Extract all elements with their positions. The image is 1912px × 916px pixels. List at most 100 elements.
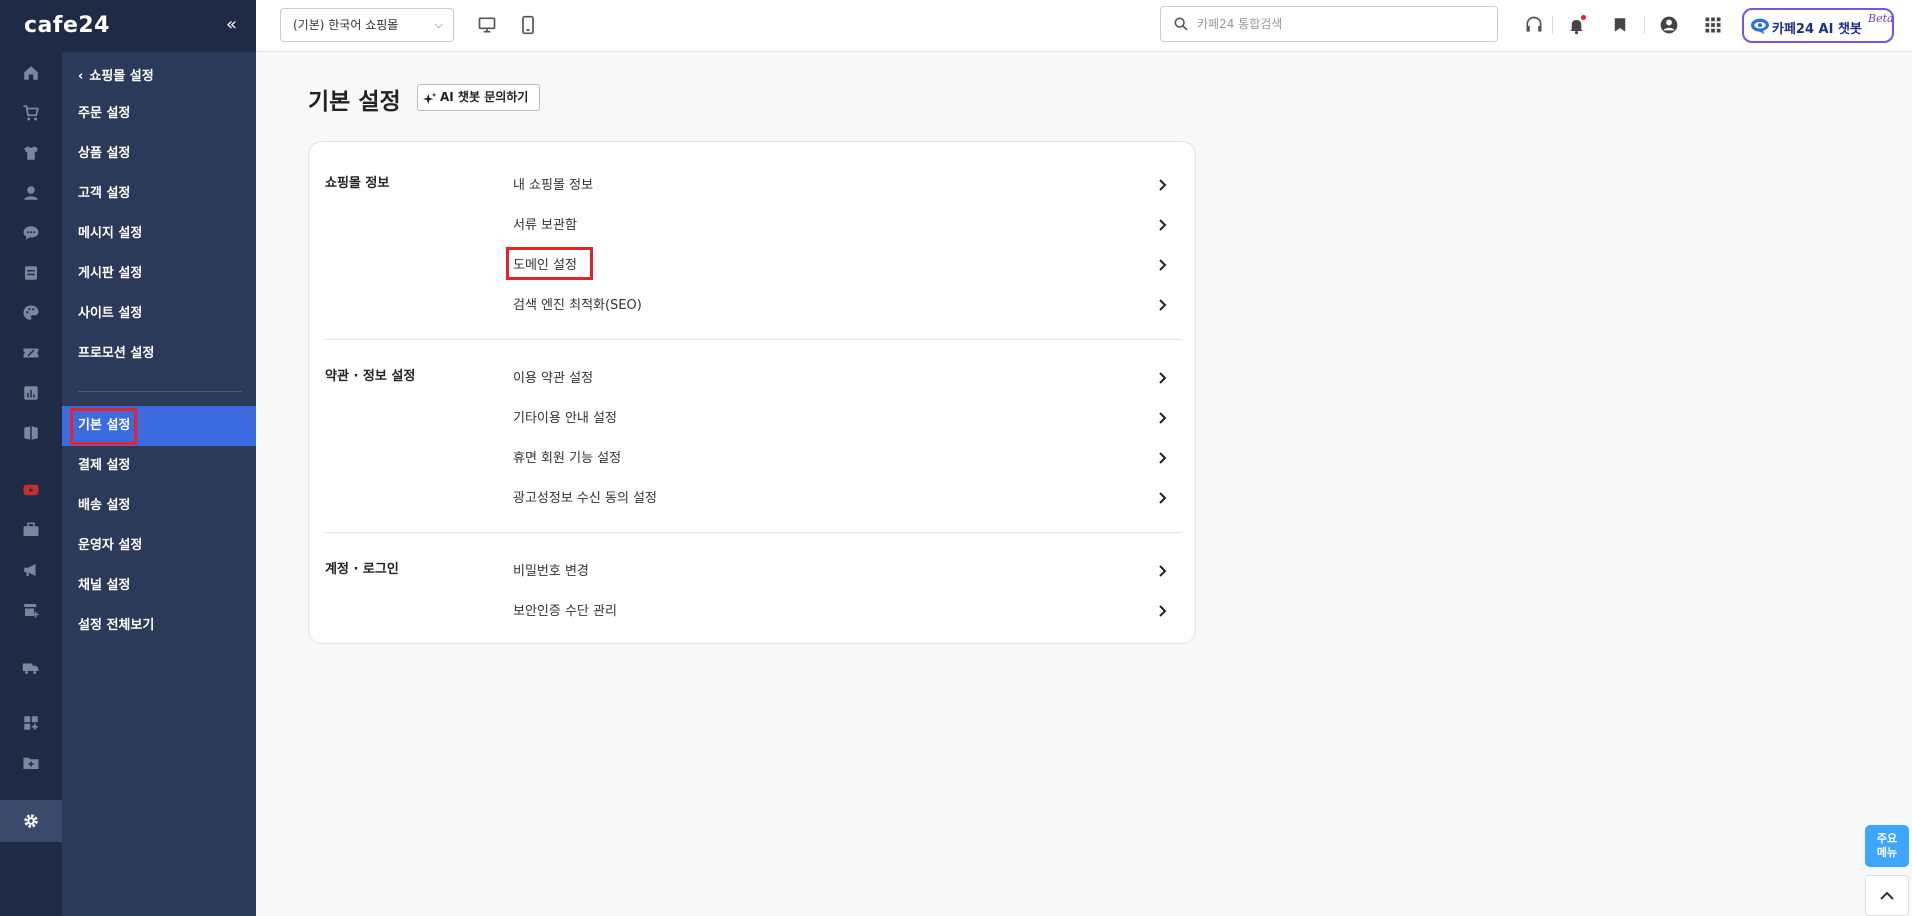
person-icon[interactable] [22,184,40,202]
briefcase-icon[interactable] [22,521,40,539]
ai-chatbot-button[interactable]: 카페24 AI 챗봇 Beta [1742,8,1894,43]
settings-row-security-auth[interactable]: 보안인증 수단 관리 [507,589,1177,629]
search-icon [1173,16,1189,36]
truck-icon[interactable] [22,659,40,677]
chevron-right-icon [1157,562,1167,581]
chevron-right-icon [1157,176,1167,195]
headset-icon[interactable] [1523,14,1545,36]
ai-chat-inquiry-button[interactable]: AI 챗봇 문의하기 [417,84,540,111]
chevron-right-icon [1157,602,1167,621]
sidebar-item-message[interactable]: 메시지 설정 [62,214,256,254]
sidebar-item-channel[interactable]: 채널 설정 [62,566,256,606]
mall-select-dropdown[interactable]: (기본) 한국어 쇼핑몰 ⌵ [280,8,454,42]
bookmark-icon[interactable] [1609,14,1631,36]
chat-bubble-icon[interactable] [22,224,40,242]
row-label: 검색 엔진 최적화(SEO) [513,298,642,313]
bell-icon[interactable] [1565,14,1587,36]
sidebar-back-label: 쇼핑몰 설정 [89,69,154,84]
sidebar-item-shipping[interactable]: 배송 설정 [62,486,256,526]
sidebar-item-all-settings[interactable]: 설정 전체보기 [62,606,256,646]
ticket-icon[interactable] [22,344,40,362]
sidebar-item-promotion[interactable]: 프로모션 설정 [62,334,256,374]
sidebar-active-highlight [70,408,137,445]
page-title: 기본 설정 [308,89,401,115]
sidebar-divider [78,391,242,392]
chevron-right-icon [1157,256,1167,275]
sparkle-icon [423,90,437,115]
row-label: 이용 약관 설정 [513,371,594,386]
row-label: 기타이용 안내 설정 [513,411,617,426]
youtube-icon[interactable] [22,481,40,499]
document-icon[interactable] [22,264,40,282]
settings-row-ad-consent[interactable]: 광고성정보 수신 동의 설정 [507,476,1177,516]
section-divider [325,532,1181,533]
book-icon[interactable] [22,424,40,442]
sidebar-item-customer[interactable]: 고객 설정 [62,174,256,214]
desktop-icon[interactable] [476,14,498,36]
double-chevron-left-icon[interactable]: « [226,14,237,35]
settings-row-document-storage[interactable]: 서류 보관함 [507,203,1177,243]
row-label: 내 쇼핑몰 정보 [513,178,594,193]
settings-row-my-shop-info[interactable]: 내 쇼핑몰 정보 [507,163,1177,203]
gear-icon[interactable] [22,812,40,830]
notification-dot [1581,15,1586,20]
shirt-icon[interactable] [22,144,40,162]
folder-icon[interactable] [22,754,40,772]
ai-chat-inquiry-label: AI 챗봇 문의하기 [440,90,529,104]
sidebar-item-payment[interactable]: 결제 설정 [62,446,256,486]
sidebar-item-product[interactable]: 상품 설정 [62,134,256,174]
chevron-right-icon [1157,449,1167,468]
logo-bar: cafe24 « [0,0,256,52]
mobile-icon[interactable] [517,14,539,36]
main-menu-label-line2: 메뉴 [1876,846,1898,859]
beta-badge: Beta [1868,12,1894,25]
sidebar-item-site[interactable]: 사이트 설정 [62,294,256,334]
settings-row-seo[interactable]: 검색 엔진 최적화(SEO) [507,283,1177,323]
chevron-right-icon [1157,489,1167,508]
section-divider [325,339,1181,340]
row-label: 보안인증 수단 관리 [513,604,617,619]
settings-row-other-usage-guide[interactable]: 기타이용 안내 설정 [507,396,1177,436]
topbar-separator [1552,16,1553,34]
home-icon[interactable] [22,64,40,82]
store-icon[interactable] [22,601,40,619]
search-input[interactable] [1197,14,1487,34]
settings-sidebar: ‹ 쇼핑몰 설정 주문 설정 상품 설정 고객 설정 메시지 설정 게시판 설정 … [62,52,256,916]
sidebar-item-order[interactable]: 주문 설정 [62,94,256,134]
mall-select-value: (기본) 한국어 쇼핑몰 [293,18,399,32]
cart-icon[interactable] [22,104,40,122]
domain-row-highlight [506,247,593,280]
scroll-top-button[interactable] [1865,875,1909,916]
settings-row-dormant-member[interactable]: 휴면 회원 기능 설정 [507,436,1177,476]
chevron-up-icon [1880,886,1894,905]
main-menu-floating-button[interactable]: 주요 메뉴 [1865,825,1909,867]
chevron-down-icon: ⌵ [434,18,443,31]
apps-grid-icon[interactable] [1702,14,1724,36]
topbar-separator [1644,16,1645,34]
chevron-right-icon [1157,216,1167,235]
settings-card: 쇼핑몰 정보 내 쇼핑몰 정보 서류 보관함 도메인 설정 검색 엔진 최적화(… [308,141,1196,644]
settings-row-domain[interactable]: 도메인 설정 [507,243,1177,283]
megaphone-icon[interactable] [22,561,40,579]
cafe24-logo[interactable]: cafe24 [24,13,110,38]
settings-row-terms-of-use[interactable]: 이용 약관 설정 [507,356,1177,396]
ai-chatbot-label: 카페24 AI 챗봇 [1772,22,1862,37]
icon-rail [0,0,62,916]
settings-row-change-password[interactable]: 비밀번호 변경 [507,549,1177,589]
row-label: 비밀번호 변경 [513,564,589,579]
sidebar-item-board[interactable]: 게시판 설정 [62,254,256,294]
global-search[interactable] [1160,6,1498,42]
section-title-shop-info: 쇼핑몰 정보 [325,176,390,191]
top-bar: (기본) 한국어 쇼핑몰 ⌵ 카페24 AI 챗봇 Beta [256,0,1912,52]
row-label: 휴면 회원 기능 설정 [513,451,622,466]
palette-icon[interactable] [22,304,40,322]
account-icon[interactable] [1658,14,1680,36]
sidebar-item-operator[interactable]: 운영자 설정 [62,526,256,566]
ai-chatbot-icon [1750,17,1770,39]
chevron-right-icon [1157,369,1167,388]
chevron-left-icon: ‹ [78,69,84,84]
apps-add-icon[interactable] [22,714,40,732]
main-menu-label-line1: 주요 [1876,832,1898,845]
sidebar-back-link[interactable]: ‹ 쇼핑몰 설정 [78,65,154,84]
chart-icon[interactable] [22,384,40,402]
